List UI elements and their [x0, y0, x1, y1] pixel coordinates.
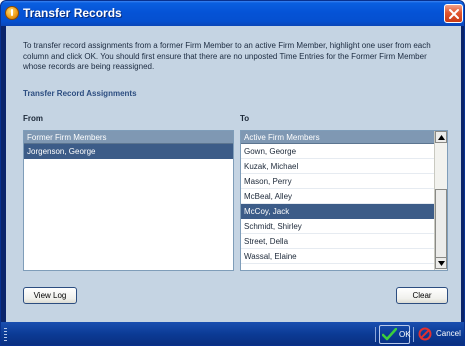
- list-item[interactable]: Wassal, Elaine: [241, 249, 434, 264]
- to-label: To: [240, 114, 250, 123]
- list-item[interactable]: Kuzak, Michael: [241, 159, 434, 174]
- view-log-button[interactable]: View Log: [23, 287, 77, 304]
- list-item[interactable]: Mason, Perry: [241, 174, 434, 189]
- no-entry-icon: [418, 327, 432, 341]
- app-info-icon: [5, 6, 19, 20]
- to-list[interactable]: Active Firm Members Gown, George Kuzak, M…: [240, 130, 448, 271]
- list-item[interactable]: McCoy, Jack: [241, 204, 434, 219]
- ok-button[interactable]: OK: [379, 325, 411, 344]
- divider: [375, 327, 376, 342]
- from-label: From: [23, 114, 43, 123]
- list-item[interactable]: Schmidt, Shirley: [241, 219, 434, 234]
- divider: [413, 327, 414, 342]
- cancel-label: Cancel: [436, 329, 461, 338]
- dialog-content: To transfer record assignments from a fo…: [6, 26, 461, 322]
- title-bar[interactable]: Transfer Records: [1, 1, 464, 26]
- list-item[interactable]: Street, Della: [241, 234, 434, 249]
- ok-label: OK: [399, 330, 411, 339]
- instructions-text: To transfer record assignments from a fo…: [23, 41, 431, 71]
- resize-grip[interactable]: [4, 328, 7, 341]
- scroll-up-button[interactable]: [435, 131, 447, 143]
- from-list[interactable]: Former Firm Members Jorgenson, George: [23, 130, 234, 271]
- section-title: Transfer Record Assignments: [23, 89, 137, 98]
- to-list-header[interactable]: Active Firm Members: [241, 131, 434, 144]
- cancel-button[interactable]: Cancel: [417, 325, 464, 344]
- clear-button[interactable]: Clear: [396, 287, 448, 304]
- from-list-header[interactable]: Former Firm Members: [24, 131, 233, 144]
- window-title: Transfer Records: [23, 6, 122, 20]
- scroll-down-arrow-icon: [438, 261, 445, 266]
- bottom-action-bar: OK Cancel: [1, 322, 464, 345]
- scroll-up-arrow-icon: [438, 135, 445, 140]
- close-button[interactable]: [444, 4, 463, 23]
- scrollbar-thumb[interactable]: [435, 189, 447, 262]
- list-item[interactable]: Gown, George: [241, 144, 434, 159]
- transfer-records-window: Transfer Records To transfer record assi…: [0, 0, 465, 346]
- to-list-scrollbar[interactable]: [434, 131, 447, 270]
- list-item[interactable]: Jorgenson, George: [24, 144, 233, 159]
- close-icon: [449, 9, 459, 19]
- list-item[interactable]: McBeal, Alley: [241, 189, 434, 204]
- scroll-down-button[interactable]: [435, 257, 447, 269]
- checkmark-icon: [382, 328, 397, 341]
